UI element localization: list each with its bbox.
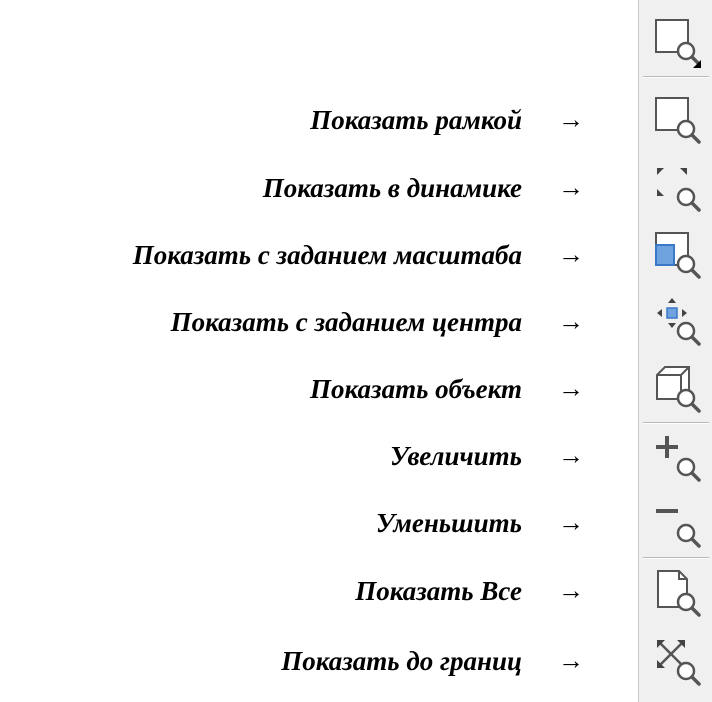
toolbar-separator xyxy=(643,76,709,78)
zoom-window-button[interactable] xyxy=(649,90,705,146)
zoom-dynamic-button[interactable] xyxy=(649,158,705,214)
zoom-center-icon xyxy=(657,298,701,346)
zoom-all-button[interactable] xyxy=(649,563,705,619)
zoom-window-icon xyxy=(655,97,701,144)
zoom-window-flyout-button[interactable] xyxy=(649,12,705,68)
arrow-zoom-center: → xyxy=(558,307,584,336)
zoom-window-flyout-icon xyxy=(655,19,701,68)
label-zoom-scale: Показать с заданием масштаба xyxy=(132,240,522,270)
zoom-out-button[interactable] xyxy=(649,494,705,550)
label-zoom-window: Показать рамкой xyxy=(310,105,522,135)
zoom-scale-icon xyxy=(655,232,701,279)
arrow-zoom-scale: → xyxy=(558,240,584,269)
arrow-zoom-dynamic: → xyxy=(558,173,584,202)
zoom-toolbar xyxy=(638,0,712,702)
zoom-extents-icon xyxy=(657,640,701,686)
zoom-in-button[interactable] xyxy=(649,428,705,484)
arrow-zoom-all: → xyxy=(558,576,584,605)
arrow-zoom-extents: → xyxy=(558,646,584,675)
zoom-object-button[interactable] xyxy=(649,359,705,415)
label-zoom-in: Увеличить xyxy=(390,441,522,471)
toolbar-separator xyxy=(643,557,709,559)
zoom-extents-button[interactable] xyxy=(649,632,705,688)
zoom-object-icon xyxy=(656,366,701,413)
label-zoom-extents: Показать до границ xyxy=(281,646,522,676)
label-zoom-object: Показать объект xyxy=(310,374,522,404)
label-zoom-dynamic: Показать в динамике xyxy=(262,173,522,203)
toolbar-separator xyxy=(643,422,709,424)
arrow-zoom-out: → xyxy=(558,508,584,537)
label-zoom-all: Показать Все xyxy=(355,576,522,606)
arrow-zoom-window: → xyxy=(558,105,584,134)
label-zoom-center: Показать с заданием центра xyxy=(170,307,522,337)
zoom-in-icon xyxy=(656,436,701,482)
zoom-dynamic-icon xyxy=(657,168,701,212)
zoom-out-icon xyxy=(656,509,701,548)
arrow-zoom-in: → xyxy=(558,441,584,470)
label-zoom-out: Уменьшить xyxy=(375,508,522,538)
arrow-zoom-object: → xyxy=(558,374,584,403)
zoom-all-icon xyxy=(657,570,701,617)
zoom-scale-button[interactable] xyxy=(649,225,705,281)
zoom-center-button[interactable] xyxy=(649,292,705,348)
